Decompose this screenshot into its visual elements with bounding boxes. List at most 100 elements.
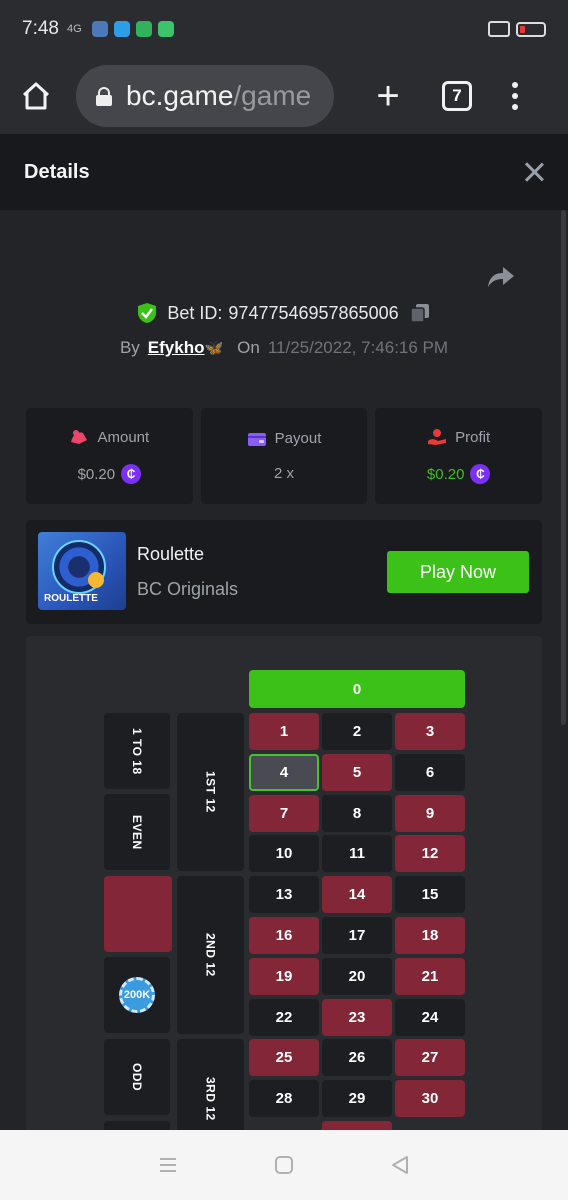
bet-number-23[interactable]: 23 — [322, 998, 392, 1036]
details-content: Bet ID: 97477546957865006 By Efykho 🦋 On… — [0, 210, 568, 1130]
new-tab-button[interactable]: + — [370, 76, 406, 116]
butterfly-icon: 🦋 — [204, 340, 224, 357]
bet-number-9[interactable]: 9 — [395, 794, 465, 832]
bet-second-dozen[interactable]: 2ND 12 — [177, 876, 244, 1034]
bet-number-28[interactable]: 28 — [249, 1080, 319, 1118]
app-icon — [157, 21, 174, 37]
bet-id-label: Bet ID: — [167, 302, 223, 323]
username-link[interactable]: Efykho — [148, 338, 205, 358]
bet-number-4[interactable]: 4 — [249, 753, 319, 791]
browser-toolbar: bc.game/game + 7 — [0, 58, 568, 134]
bet-number-1[interactable]: 1 — [249, 713, 319, 750]
bet-number-19[interactable]: 19 — [249, 957, 319, 995]
bet-number-partial[interactable] — [322, 1121, 392, 1130]
signal-indicator: 4G — [66, 23, 82, 35]
home-button[interactable] — [16, 76, 56, 116]
status-time: 7:48 — [22, 18, 59, 39]
bet-number-13[interactable]: 13 — [249, 876, 319, 914]
close-icon[interactable] — [524, 162, 544, 182]
play-now-button[interactable]: Play Now — [387, 551, 529, 593]
payout-label: Payout — [274, 430, 322, 447]
copy-icon[interactable] — [409, 302, 431, 324]
home-icon — [22, 82, 50, 110]
bet-number-29[interactable]: 29 — [322, 1080, 392, 1118]
bet-number-22[interactable]: 22 — [249, 998, 319, 1036]
wallet-icon — [247, 432, 266, 446]
bet-number-27[interactable]: 27 — [395, 1039, 465, 1077]
roulette-board: 0 1 TO 18 EVEN 200K ODD 1ST 12 2ND 12 3R… — [26, 636, 542, 1130]
coin-icon: ₵ — [470, 464, 491, 484]
bet-red[interactable] — [104, 876, 172, 952]
bet-third-dozen[interactable]: 3RD 12 — [177, 1039, 244, 1130]
bet-number-16[interactable]: 16 — [249, 917, 319, 954]
browser-menu-button[interactable] — [512, 82, 518, 110]
amount-value: $0.20 — [77, 465, 116, 483]
battery-area — [488, 21, 546, 37]
bet-number-2[interactable]: 2 — [322, 713, 392, 750]
bet-zero[interactable]: 0 — [249, 670, 465, 708]
bet-number-15[interactable]: 15 — [395, 876, 465, 914]
tab-switcher-button[interactable]: 7 — [442, 81, 472, 111]
home-nav-icon[interactable] — [273, 1154, 295, 1176]
share-icon[interactable] — [486, 262, 516, 292]
bet-black[interactable]: 200K — [104, 957, 170, 1033]
bet-number-10[interactable]: 10 — [249, 835, 319, 873]
system-nav-bar — [0, 1130, 568, 1200]
bet-number-5[interactable]: 5 — [322, 753, 392, 791]
bet-stats: Amount $0.20 ₵ Payout 2 x Profit $0.20 ₵ — [26, 408, 543, 504]
profit-stat: Profit $0.20 ₵ — [375, 408, 543, 504]
coin-icon: ₵ — [121, 464, 142, 484]
url-host: bc.game — [126, 80, 234, 111]
bet-odd[interactable]: ODD — [104, 1039, 170, 1115]
bet-number-24[interactable]: 24 — [395, 998, 465, 1036]
bet-19-to-36[interactable] — [104, 1121, 170, 1130]
details-header: Details — [0, 134, 568, 210]
bet-number-3[interactable]: 3 — [395, 713, 465, 750]
app-notification-icon — [91, 21, 108, 37]
bet-id-value: 97477546957865006 — [228, 302, 399, 323]
status-bar: 7:48 4G — [0, 0, 568, 58]
vibrate-icon — [488, 21, 510, 37]
back-icon[interactable] — [389, 1154, 411, 1176]
amount-icon — [71, 430, 88, 444]
url-path: /game — [233, 80, 312, 111]
address-bar[interactable]: bc.game/game — [76, 65, 334, 127]
bet-number-26[interactable]: 26 — [322, 1039, 392, 1077]
bet-number-7[interactable]: 7 — [249, 794, 319, 832]
game-provider: BC Originals — [137, 579, 239, 599]
amount-label: Amount — [97, 428, 150, 446]
recent-apps-icon[interactable] — [157, 1154, 179, 1176]
bet-even[interactable]: EVEN — [104, 794, 170, 870]
profit-label: Profit — [455, 428, 491, 446]
scrollbar[interactable] — [561, 210, 566, 725]
by-label: By — [119, 338, 140, 357]
bet-number-12[interactable]: 12 — [395, 835, 465, 873]
bet-1-to-18[interactable]: 1 TO 18 — [104, 713, 170, 789]
bet-number-20[interactable]: 20 — [322, 957, 392, 995]
bet-byline: By Efykho 🦋 On 11/25/2022, 7:46:16 PM — [0, 338, 568, 358]
bet-id-row: Bet ID: 97477546957865006 — [0, 302, 568, 324]
bet-date: 11/25/2022, 7:46:16 PM — [267, 338, 449, 357]
payout-value: 2 x — [274, 465, 295, 482]
bet-number-8[interactable]: 8 — [322, 794, 392, 832]
lock-icon — [96, 87, 112, 106]
game-card: ROULETTE Roulette BC Originals Play Now — [26, 520, 542, 624]
payout-stat: Payout 2 x — [200, 408, 368, 504]
bet-number-18[interactable]: 18 — [395, 917, 465, 954]
message-icon — [135, 21, 152, 37]
thumbnail-label: ROULETTE — [44, 593, 98, 604]
battery-icon — [516, 21, 546, 37]
bet-first-dozen[interactable]: 1ST 12 — [177, 713, 244, 871]
bet-number-14[interactable]: 14 — [322, 876, 392, 914]
on-label: On — [237, 338, 260, 357]
verified-shield-icon — [138, 303, 157, 323]
bet-number-11[interactable]: 11 — [322, 835, 392, 873]
profit-value: $0.20 — [426, 465, 465, 483]
bet-number-25[interactable]: 25 — [249, 1039, 319, 1077]
bet-number-6[interactable]: 6 — [395, 753, 465, 791]
bet-number-17[interactable]: 17 — [322, 917, 392, 954]
game-thumbnail[interactable]: ROULETTE — [38, 532, 126, 610]
telegram-icon — [113, 21, 130, 37]
bet-number-21[interactable]: 21 — [395, 957, 465, 995]
bet-number-30[interactable]: 30 — [395, 1080, 465, 1118]
